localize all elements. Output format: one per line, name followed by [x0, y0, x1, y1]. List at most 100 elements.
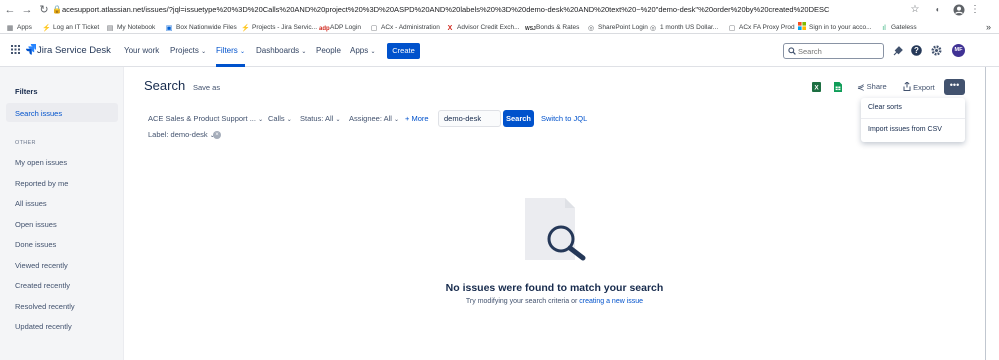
sidebar-heading: Filters [15, 87, 38, 96]
more-filters-button[interactable]: + More [405, 114, 429, 123]
bookmark-notebook[interactable]: ▤ My Notebook [106, 22, 156, 33]
type-filter[interactable]: Calls ⌄ [268, 114, 292, 123]
global-search[interactable] [783, 43, 884, 59]
chevron-down-icon: ⌄ [335, 117, 341, 123]
remove-label-filter-icon[interactable]: × [213, 131, 221, 139]
notebook-icon: ▤ [106, 25, 114, 32]
create-button[interactable]: Create [387, 43, 420, 59]
create-issue-link[interactable]: creating a new issue [579, 298, 643, 305]
nav-people[interactable]: People [316, 46, 341, 55]
sidebar-item-search-issues-label[interactable]: Search issues [15, 109, 62, 118]
settings-gear-icon[interactable] [931, 45, 942, 58]
product-name[interactable]: Jira Service Desk [37, 45, 111, 56]
nav-dashboards[interactable]: Dashboards ⌄ [256, 46, 306, 55]
box-icon: ▣ [165, 25, 173, 32]
page-title: Search [144, 78, 186, 93]
right-edge-panel [985, 67, 999, 360]
text-search-field[interactable] [438, 110, 501, 127]
globe-icon: ◎ [649, 25, 657, 32]
bookmark-advisor-credit[interactable]: X Advisor Credit Exch... [446, 22, 520, 33]
chevron-down-icon: ⌄ [201, 49, 207, 55]
reload-icon[interactable]: ↻ [38, 4, 50, 16]
bookmark-bonds[interactable]: WSJBonds & Rates [525, 22, 579, 33]
bookmark-box[interactable]: ▣ Box Nationwide Files [165, 22, 237, 33]
bookmark-acx-admin[interactable]: ▢ ACx - Administration [370, 22, 440, 33]
bookmark-usd-rate[interactable]: ◎ 1 month US Dollar... [649, 22, 718, 33]
adp-icon: adp [319, 26, 330, 32]
jira-logo-icon[interactable] [26, 44, 37, 57]
status-filter[interactable]: Status: All ⌄ [300, 114, 340, 123]
sidebar-item-my-open-issues[interactable]: My open issues [15, 158, 67, 167]
bookmark-jira-projects[interactable]: ⚡ Projects - Jira Servic... [241, 22, 317, 33]
nav-apps[interactable]: Apps ⌄ [350, 46, 376, 55]
profile-icon[interactable] [953, 4, 965, 16]
search-button[interactable]: Search [503, 110, 534, 127]
chevron-down-icon: ⌄ [370, 49, 376, 55]
svg-text:?: ? [914, 46, 919, 55]
bookmark-gateless[interactable]: ıl Gateless [880, 22, 916, 33]
jira-icon: ⚡ [42, 25, 51, 32]
page-icon: ▢ [370, 25, 378, 32]
bookmark-sign-in[interactable]: Sign in to your acco... [798, 22, 872, 33]
jira-icon: ⚡ [241, 25, 250, 32]
sidebar-item-updated-recently[interactable]: Updated recently [15, 322, 72, 331]
browser-address-row: ← → ↻ 🔒 acesupport.atlassian.net/issues/… [0, 0, 999, 21]
svg-text:X: X [814, 85, 819, 92]
export-icon [903, 81, 913, 92]
bookmark-sharepoint[interactable]: ◎ SharePoint Login [587, 22, 648, 33]
extension-icon[interactable]: ◐ [932, 4, 944, 16]
chevron-down-icon: ⌄ [394, 117, 400, 123]
export-button[interactable]: Export [903, 81, 935, 92]
save-as-button[interactable]: Save as [193, 83, 220, 92]
chevron-down-icon: ⌄ [301, 49, 307, 55]
empty-state-subtitle: Try modifying your search criteria or cr… [465, 298, 644, 305]
sidebar-item-open-issues[interactable]: Open issues [15, 220, 57, 229]
wsj-icon: WSJ [525, 26, 536, 32]
kebab-menu-icon[interactable]: ⋮ [969, 4, 981, 16]
switch-to-jql-link[interactable]: Switch to JQL [541, 114, 587, 123]
globe-icon: ◎ [587, 25, 595, 32]
nav-your-work[interactable]: Your work [124, 46, 159, 55]
bookmark-log-ticket[interactable]: ⚡ Log an IT Ticket [42, 22, 99, 33]
empty-state-title: No issues were found to match your searc… [445, 282, 664, 294]
help-icon[interactable]: ? [911, 45, 922, 58]
empty-search-illustration [523, 198, 589, 264]
chevron-down-icon: ⌄ [258, 117, 264, 123]
sidebar-item-reported-by-me[interactable]: Reported by me [15, 179, 68, 188]
search-input[interactable] [798, 46, 878, 57]
nav-filters[interactable]: Filters ⌄ [216, 46, 245, 55]
excel-icon[interactable]: X [812, 82, 821, 94]
chevron-down-icon: ⌄ [240, 49, 246, 55]
forward-arrow-icon[interactable]: → [21, 4, 33, 16]
project-filter[interactable]: ACE Sales & Product Support ... ⌄ [148, 114, 263, 123]
back-arrow-icon[interactable]: ← [4, 4, 16, 16]
app-switcher-icon[interactable] [11, 45, 20, 56]
microsoft-icon [798, 22, 806, 30]
share-button[interactable]: ⋞ Share [857, 82, 887, 93]
google-sheets-icon[interactable] [834, 82, 842, 94]
share-icon: ⋞ [857, 82, 865, 92]
assignee-filter[interactable]: Assignee: All ⌄ [349, 114, 399, 123]
nav-projects[interactable]: Projects ⌄ [170, 46, 206, 55]
label-filter-chip[interactable]: Label: demo-desk ⌄ [148, 130, 215, 139]
apps-grid-icon: ▦ [6, 25, 14, 32]
sidebar-section-other: OTHER [15, 140, 36, 146]
bookmark-adp[interactable]: adpADP Login [319, 22, 361, 33]
avatar[interactable]: MF [952, 44, 965, 57]
bookmarks-overflow[interactable]: » [986, 22, 991, 33]
more-actions-button[interactable]: ••• [944, 79, 965, 95]
sidebar-item-viewed-recently[interactable]: Viewed recently [15, 261, 68, 270]
sidebar-item-done-issues[interactable]: Done issues [15, 240, 56, 249]
menu-item-import-csv[interactable]: Import issues from CSV [868, 126, 942, 133]
sidebar-item-all-issues[interactable]: All issues [15, 199, 47, 208]
search-icon [788, 47, 796, 57]
bookmarks-bar: ▦ Apps ⚡ Log an IT Ticket ▤ My Notebook ▣ Bo… [0, 21, 999, 34]
url-bar[interactable]: acesupport.atlassian.net/issues/?jql=iss… [62, 5, 829, 14]
bookmark-apps[interactable]: ▦ Apps [6, 22, 32, 33]
notifications-icon[interactable] [893, 46, 903, 58]
menu-item-clear-sorts[interactable]: Clear sorts [868, 104, 902, 111]
bookmark-acx-proxy[interactable]: ▢ ACx FA Proxy Prod [728, 22, 795, 33]
text-search-input[interactable] [439, 111, 500, 126]
more-actions-dropdown: Clear sorts Import issues from CSV [861, 98, 965, 142]
star-icon[interactable]: ☆ [909, 4, 921, 16]
